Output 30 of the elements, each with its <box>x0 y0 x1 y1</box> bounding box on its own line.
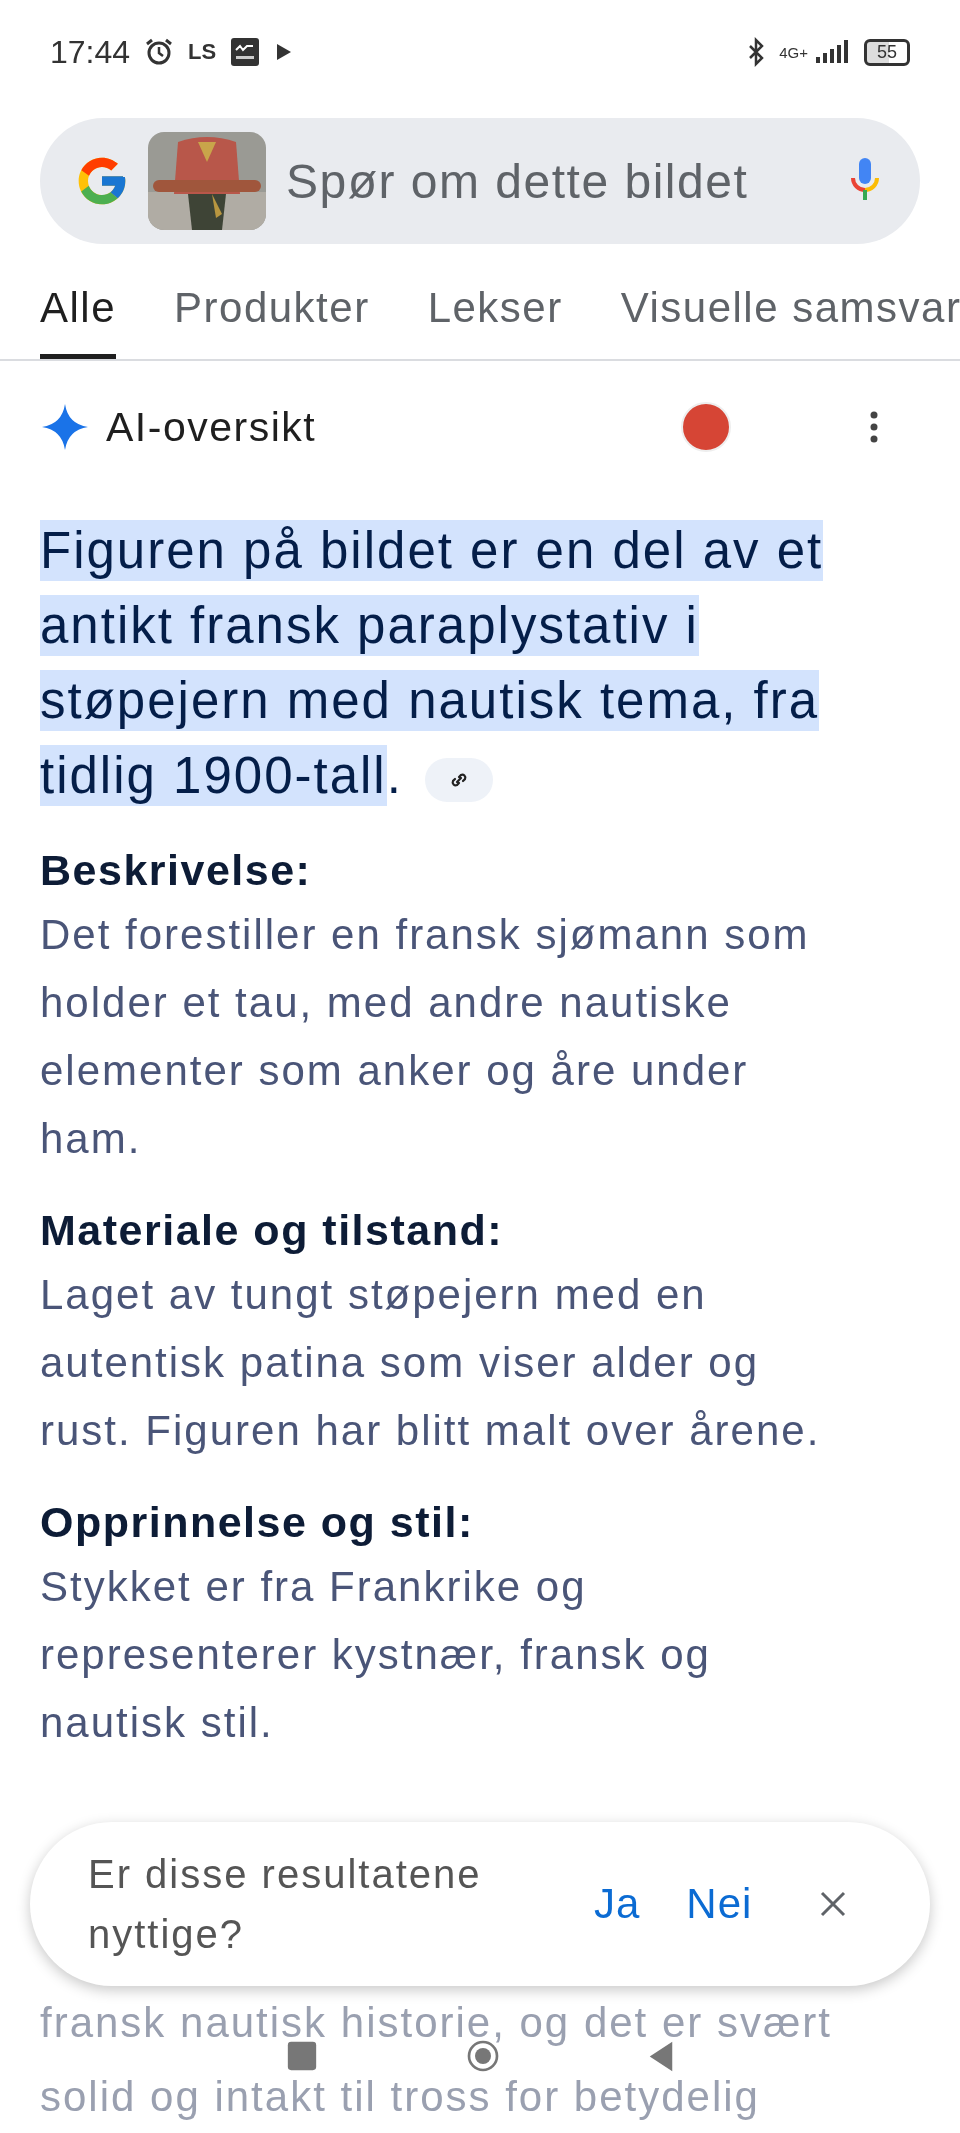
source-avatar-icon[interactable] <box>680 401 732 453</box>
source-link-button[interactable] <box>424 757 493 802</box>
bluetooth-icon <box>747 37 766 67</box>
section-heading: Materiale og tilstand: <box>40 1205 505 1256</box>
app-icon <box>230 37 261 67</box>
more-options-icon[interactable] <box>868 409 880 445</box>
status-time: 17:44 <box>50 33 131 71</box>
feedback-question: Er disse resultatene nyttige? <box>88 1851 483 1958</box>
back-icon[interactable] <box>649 2040 673 2072</box>
section-heading: Beskrivelse: <box>40 845 313 896</box>
search-input[interactable]: Spør om dette bildet <box>284 152 832 210</box>
section-text: Stykket er fra Frankrike og representerer kystnær, fransk og nautisk stil. <box>40 1562 712 1748</box>
tab[interactable]: Lekser <box>427 284 563 359</box>
faded-text-line: solid og intakt til tross for betydelig <box>40 2075 760 2119</box>
app-label: LS <box>188 39 217 65</box>
recents-icon[interactable] <box>287 2041 317 2071</box>
network-label: 4G+ <box>779 43 808 61</box>
section-text: Det forestiller en fransk sjømann som holder et tau, med andre nautiske elementer som anker og åre under ham. <box>40 910 811 1164</box>
section-heading: Opprinnelse og stil: <box>40 1497 475 1548</box>
feedback-button[interactable]: Ja <box>594 1880 641 1928</box>
alarm-clock-icon <box>144 37 175 67</box>
summary-text: Figuren på bildet er en del av et antikt fransk paraplystativ i støpejern med nautisk tema, fra tidlig 1900-tall. <box>40 519 825 808</box>
ai-overview-title: AI-oversikt <box>106 403 317 451</box>
section-text: Laget av tungt støpejern med en autentisk patina som viser alder og rust. Figuren har blitt malt over årene. <box>40 1270 822 1456</box>
faded-text-line: fransk nautisk historie, og det er svært <box>40 2001 832 2045</box>
tab[interactable]: Produkter <box>174 284 370 359</box>
feedback-button[interactable]: Nei <box>686 1880 753 1928</box>
tab[interactable]: Alle <box>40 284 117 359</box>
search-field[interactable]: Spør om dette bildet <box>40 118 920 244</box>
battery-level: 55 <box>863 38 910 66</box>
